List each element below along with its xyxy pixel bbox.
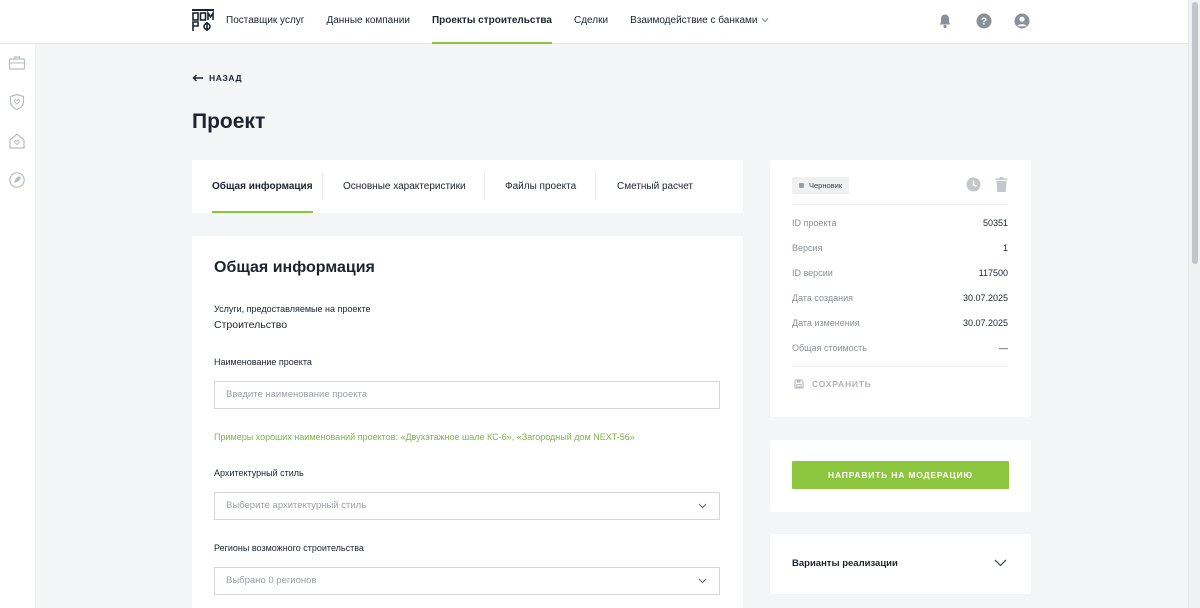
info-value: 30.07.2025 — [962, 293, 1008, 303]
chevron-down-icon — [698, 503, 707, 509]
save-button[interactable]: СОХРАНИТЬ — [794, 379, 872, 389]
user-icon[interactable] — [1014, 13, 1030, 29]
regions-select[interactable]: Выбрано 0 регионов — [214, 567, 720, 595]
briefcase-icon[interactable] — [8, 54, 26, 72]
info-row-project-id: ID проекта 50351 — [792, 218, 1008, 232]
services-value: Строительство — [214, 319, 288, 331]
bell-icon[interactable] — [937, 13, 953, 29]
scrollbar-thumb[interactable] — [1192, 2, 1198, 264]
page-title: Проект — [192, 110, 266, 133]
general-info-card: Общая информация Услуги, предоставляемые… — [192, 236, 743, 608]
svg-text:?: ? — [981, 17, 987, 28]
tab-divider — [322, 173, 323, 200]
regions-value: Выбрано 0 регионов — [226, 575, 317, 586]
info-key: ID версии — [792, 268, 833, 278]
architectural-style-label: Архитектурный стиль — [214, 468, 304, 478]
send-to-moderation-button[interactable]: НАПРАВИТЬ НА МОДЕРАЦИЮ — [792, 461, 1009, 489]
nav-company-data-label: Данные компании — [326, 15, 410, 26]
info-value: 50351 — [982, 218, 1008, 228]
info-key: Дата изменения — [792, 318, 860, 328]
variants-title: Варианты реализации — [792, 558, 898, 569]
nav-deals-label: Сделки — [573, 15, 609, 26]
nav-banks-label: Взаимодействие с банками — [630, 15, 758, 26]
tab-project-files[interactable]: Файлы проекта — [505, 160, 576, 213]
info-key: Версия — [792, 243, 823, 253]
domrf-logo-icon[interactable] — [192, 9, 214, 33]
tab-divider — [595, 173, 596, 200]
info-key: ID проекта — [792, 218, 837, 228]
info-row-total-cost: Общая стоимость — — [792, 343, 1008, 357]
tab-general-info-label: Общая информация — [212, 181, 313, 192]
save-label: СОХРАНИТЬ — [812, 379, 872, 389]
nav-provider[interactable]: Поставщик услуг — [226, 0, 304, 44]
nav-company-data[interactable]: Данные компании — [326, 0, 410, 44]
info-key: Общая стоимость — [792, 343, 867, 353]
nav-construction-projects[interactable]: Проекты строительства — [431, 0, 552, 44]
project-name-label: Наименование проекта — [214, 357, 312, 367]
architectural-style-select[interactable]: Выберите архитектурный стиль — [214, 492, 720, 520]
back-label: НАЗАД — [209, 73, 243, 83]
info-row-modified: Дата изменения 30.07.2025 — [792, 318, 1008, 332]
project-name-hint: Примеры хороших наименований проектов: «… — [214, 432, 635, 442]
help-icon[interactable]: ? — [976, 13, 992, 29]
implementation-variants-accordion[interactable]: Варианты реализации — [770, 534, 1031, 594]
info-value: 1 — [1002, 243, 1008, 253]
shield-icon[interactable] — [8, 93, 26, 111]
tab-main-characteristics[interactable]: Основные характеристики — [343, 160, 466, 213]
tab-estimate[interactable]: Сметный расчет — [617, 160, 693, 213]
tab-divider — [484, 173, 485, 200]
save-icon — [794, 379, 804, 389]
services-label: Услуги, предоставляемые на проекте — [214, 304, 371, 314]
info-divider — [792, 366, 1008, 367]
info-row-created: Дата создания 30.07.2025 — [792, 293, 1008, 307]
project-name-input[interactable]: Введите наименование проекта — [214, 381, 720, 409]
info-row-version: Версия 1 — [792, 243, 1008, 257]
main-nav: Поставщик услуг Данные компании Проекты … — [226, 0, 791, 44]
page-scrollbar[interactable] — [1188, 0, 1200, 608]
left-sidebar — [0, 44, 36, 608]
back-button[interactable]: НАЗАД — [192, 73, 242, 83]
project-tabs: Общая информация Основные характеристики… — [192, 160, 743, 213]
tab-estimate-label: Сметный расчет — [617, 181, 694, 192]
history-icon[interactable] — [966, 177, 981, 192]
form-title: Общая информация — [214, 259, 375, 276]
nav-banks[interactable]: Взаимодействие с банками — [630, 0, 769, 44]
info-key: Дата создания — [792, 293, 853, 303]
tab-general-info[interactable]: Общая информация — [212, 160, 313, 213]
project-info-card: Черновик ID проекта 50351 Версия 1 ID ве… — [770, 160, 1031, 417]
info-value: 117500 — [978, 268, 1008, 278]
nav-deals[interactable]: Сделки — [574, 0, 608, 44]
info-value: 30.07.2025 — [962, 318, 1008, 328]
regions-label: Регионы возможного строительства — [214, 543, 364, 553]
home-heart-icon[interactable] — [8, 132, 26, 150]
trash-icon[interactable] — [995, 177, 1008, 192]
architectural-style-placeholder: Выберите архитектурный стиль — [226, 500, 367, 511]
info-row-version-id: ID версии 117500 — [792, 268, 1008, 282]
project-name-placeholder: Введите наименование проекта — [226, 389, 368, 400]
chevron-down-icon — [994, 559, 1007, 567]
moderation-card: НАПРАВИТЬ НА МОДЕРАЦИЮ — [770, 440, 1031, 512]
chevron-down-icon — [762, 18, 769, 23]
top-bar: Поставщик услуг Данные компании Проекты … — [0, 0, 1188, 44]
info-value: — — [999, 343, 1008, 353]
nav-construction-projects-label: Проекты строительства — [431, 15, 552, 26]
arrow-left-icon — [192, 74, 203, 82]
nav-provider-label: Поставщик услуг — [226, 15, 305, 26]
rocket-icon[interactable] — [8, 171, 26, 189]
tab-project-files-label: Файлы проекта — [505, 181, 577, 192]
tab-main-characteristics-label: Основные характеристики — [343, 181, 466, 192]
chevron-down-icon — [698, 578, 707, 584]
status-badge: Черновик — [792, 177, 850, 194]
info-divider — [792, 204, 1008, 205]
